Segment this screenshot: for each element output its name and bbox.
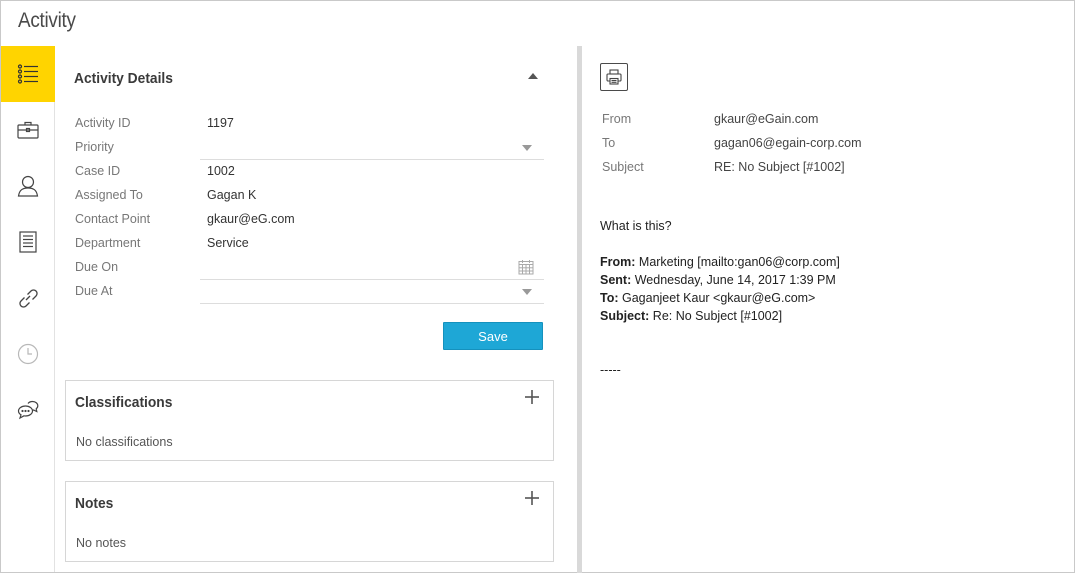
email-from-label: From xyxy=(602,112,632,126)
quoted-to-value: Gaganjeet Kaur <gkaur@eG.com> xyxy=(622,291,816,305)
field-department: Department Service xyxy=(75,232,545,256)
notes-title: Notes xyxy=(75,495,114,512)
email-to-label: To xyxy=(602,136,616,150)
link-icon xyxy=(19,289,38,308)
user-icon xyxy=(17,175,39,197)
rail-item-customer[interactable] xyxy=(1,158,55,214)
contact-point-value: gkaur@eG.com xyxy=(207,212,295,226)
quoted-subject-line: Subject: Re: No Subject [#1002] xyxy=(600,309,782,323)
due-at-underline xyxy=(200,303,544,304)
quoted-sent-label: Sent: xyxy=(600,273,632,287)
rail-item-history[interactable] xyxy=(1,326,55,382)
contact-point-label: Contact Point xyxy=(75,212,151,226)
rail-item-links[interactable] xyxy=(1,270,55,326)
quoted-from-value: Marketing [mailto:gan06@corp.com] xyxy=(638,255,840,269)
email-separator: ----- xyxy=(600,363,621,377)
printer-icon xyxy=(606,69,622,85)
case-id-value: 1002 xyxy=(207,164,235,178)
quoted-sent-line: Sent: Wednesday, June 14, 2017 1:39 PM xyxy=(600,273,836,287)
department-value: Service xyxy=(207,236,249,250)
list-icon xyxy=(17,64,38,84)
rail-item-chat[interactable] xyxy=(1,382,55,438)
field-contact-point: Contact Point gkaur@eG.com xyxy=(75,208,545,232)
field-due-on[interactable]: Due On xyxy=(75,256,545,280)
classifications-empty-text: No classifications xyxy=(76,435,173,449)
email-subject-label: Subject xyxy=(602,160,644,174)
quoted-sent-value: Wednesday, June 14, 2017 1:39 PM xyxy=(634,273,836,287)
document-icon xyxy=(19,231,37,253)
calendar-icon[interactable] xyxy=(518,259,534,275)
activity-details-panel: Activity Details Activity ID 1197 Priori… xyxy=(55,46,577,572)
briefcase-icon xyxy=(17,121,39,139)
case-id-label: Case ID xyxy=(75,164,121,178)
field-case-id: Case ID 1002 xyxy=(75,160,545,184)
priority-dropdown-arrow-icon[interactable] xyxy=(522,145,532,151)
rail-item-case[interactable] xyxy=(1,102,55,158)
activity-id-label: Activity ID xyxy=(75,116,131,130)
collapse-caret-up-icon[interactable] xyxy=(526,71,540,81)
quoted-from-line: From: Marketing [mailto:gan06@corp.com] xyxy=(600,255,840,269)
classifications-card: Classifications No classifications xyxy=(65,380,554,461)
rail-item-activity-details[interactable] xyxy=(1,46,55,102)
quoted-subject-label: Subject: xyxy=(600,309,650,323)
quoted-to-line: To: Gaganjeet Kaur <gkaur@eG.com> xyxy=(600,291,815,305)
clock-icon xyxy=(17,343,39,365)
due-at-label: Due At xyxy=(75,284,113,298)
save-button[interactable]: Save xyxy=(443,322,543,350)
email-to-value: gagan06@egain-corp.com xyxy=(714,136,862,150)
quoted-from-label: From: xyxy=(600,255,636,269)
assigned-to-label: Assigned To xyxy=(75,188,143,202)
activity-id-value: 1197 xyxy=(207,116,234,130)
add-note-plus-icon[interactable] xyxy=(524,490,540,506)
classifications-title: Classifications xyxy=(75,394,173,411)
field-priority[interactable]: Priority xyxy=(75,136,545,160)
email-from-value: gkaur@eGain.com xyxy=(714,112,819,126)
activity-details-title: Activity Details xyxy=(74,70,173,87)
department-label: Department xyxy=(75,236,141,250)
field-assigned-to: Assigned To Gagan K xyxy=(75,184,545,208)
assigned-to-value: Gagan K xyxy=(207,188,257,202)
due-on-label: Due On xyxy=(75,260,119,274)
icon-rail xyxy=(1,46,55,572)
page-title: Activity xyxy=(18,9,76,32)
print-button[interactable] xyxy=(600,63,628,91)
priority-label: Priority xyxy=(75,140,114,154)
add-classification-plus-icon[interactable] xyxy=(524,389,540,405)
quoted-to-label: To: xyxy=(600,291,619,305)
chat-bubbles-icon xyxy=(17,400,39,420)
field-activity-id: Activity ID 1197 xyxy=(75,112,545,136)
due-at-dropdown-arrow-icon[interactable] xyxy=(522,289,532,295)
rail-item-knowledge[interactable] xyxy=(1,214,55,270)
quoted-subject-value: Re: No Subject [#1002] xyxy=(652,309,783,323)
email-greeting: What is this? xyxy=(600,219,672,233)
notes-empty-text: No notes xyxy=(76,536,127,550)
email-subject-value: RE: No Subject [#1002] xyxy=(714,160,845,174)
email-preview-panel: From gkaur@eGain.com To gagan06@egain-co… xyxy=(582,46,1074,572)
notes-card: Notes No notes xyxy=(65,481,554,562)
field-due-at[interactable]: Due At xyxy=(75,280,545,304)
